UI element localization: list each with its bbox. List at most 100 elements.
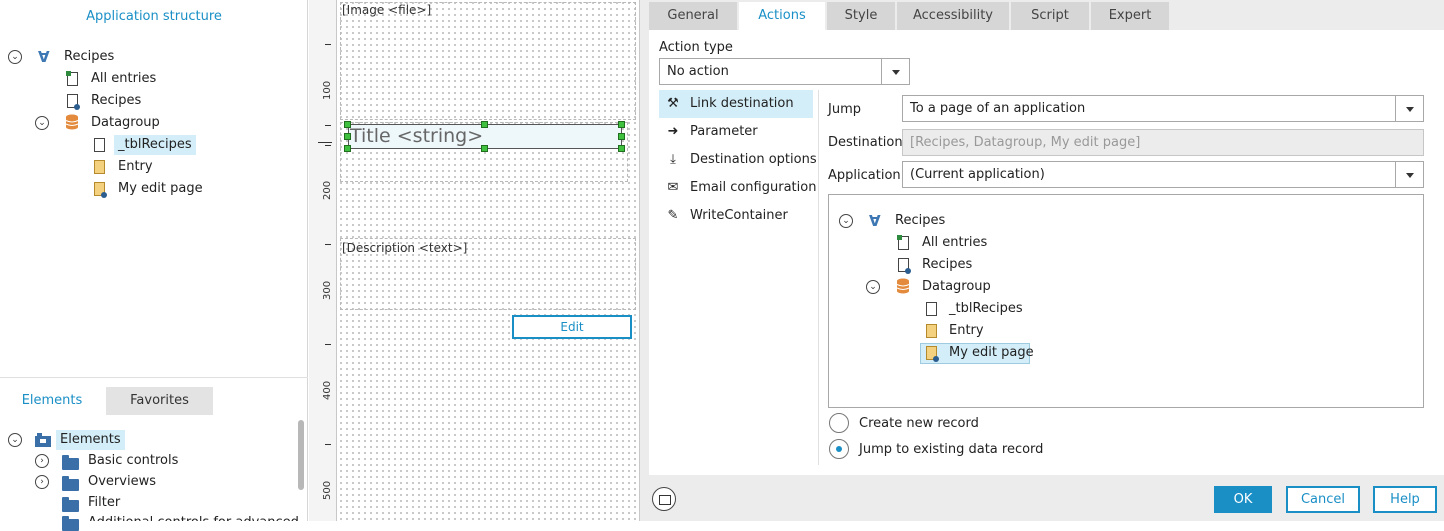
cancel-button[interactable]: Cancel bbox=[1286, 486, 1360, 513]
destination-value: [Recipes, Datagroup, My edit page] bbox=[910, 135, 1141, 150]
window-layout-icon[interactable] bbox=[652, 487, 676, 511]
jump-select[interactable]: To a page of an application bbox=[902, 95, 1424, 122]
action-type-value: No action bbox=[667, 64, 729, 79]
dest-tree-item-recipes-app[interactable]: Recipes bbox=[895, 211, 945, 231]
tree-item-recipes-page[interactable]: Recipes bbox=[91, 91, 141, 111]
ruler-label: 500 bbox=[322, 480, 333, 500]
menu-destination-options[interactable]: ⤓ Destination options bbox=[659, 146, 817, 174]
menu-link-destination[interactable]: ⚒ Link destination bbox=[659, 90, 813, 118]
radio-create-new-record[interactable] bbox=[829, 413, 849, 433]
ruler-tick bbox=[325, 44, 331, 45]
hammer-icon: ⚒ bbox=[667, 96, 679, 111]
vertical-ruler bbox=[309, 0, 337, 521]
tab-actions[interactable]: Actions bbox=[739, 2, 825, 30]
menu-label: WriteContainer bbox=[690, 208, 788, 223]
ok-button[interactable]: OK bbox=[1214, 486, 1272, 513]
resize-handle[interactable] bbox=[481, 145, 488, 152]
menu-label: Email configuration bbox=[690, 180, 817, 195]
resize-handle[interactable] bbox=[618, 121, 625, 128]
expand-chevron-icon[interactable]: › bbox=[35, 454, 49, 468]
page-overview-icon bbox=[66, 71, 78, 86]
entry-icon bbox=[926, 324, 937, 338]
tree-item-tblrecipes[interactable]: _tblRecipes bbox=[114, 135, 196, 155]
menu-label: Destination options bbox=[690, 152, 817, 167]
folder-icon bbox=[62, 476, 79, 491]
resize-handle[interactable] bbox=[618, 133, 625, 140]
tree-item-datagroup[interactable]: Datagroup bbox=[91, 113, 160, 133]
tab-script[interactable]: Script bbox=[1011, 2, 1089, 30]
collapse-chevron-icon[interactable]: ⌄ bbox=[839, 214, 853, 228]
collapse-chevron-icon[interactable]: ⌄ bbox=[866, 280, 880, 294]
page-view-icon bbox=[898, 258, 911, 274]
tree-item-elements[interactable]: Elements bbox=[56, 430, 125, 450]
tab-elements[interactable]: Elements bbox=[0, 387, 104, 415]
image-field-box[interactable] bbox=[340, 2, 636, 120]
folder-icon bbox=[62, 497, 79, 512]
edit-button[interactable]: Edit bbox=[512, 315, 632, 339]
application-value: (Current application) bbox=[910, 167, 1045, 182]
destination-label: Destination bbox=[828, 135, 903, 150]
menu-label: Link destination bbox=[690, 96, 794, 111]
chevron-down-icon[interactable] bbox=[1395, 96, 1423, 121]
folder-icon bbox=[62, 455, 79, 470]
datagroup-icon bbox=[65, 114, 79, 130]
ruler-tick bbox=[325, 344, 331, 345]
description-field-label: [Description <text>] bbox=[342, 241, 468, 255]
expand-chevron-icon[interactable]: › bbox=[35, 475, 49, 489]
elements-box-icon bbox=[35, 433, 51, 447]
collapse-chevron-icon[interactable]: ⌄ bbox=[8, 50, 22, 64]
radio-jump-existing[interactable] bbox=[829, 439, 849, 459]
radio-existing-label: Jump to existing data record bbox=[859, 442, 1044, 457]
dest-tree-item-tblrecipes[interactable]: _tblRecipes bbox=[949, 299, 1023, 319]
dest-tree-item-entry[interactable]: Entry bbox=[949, 321, 984, 341]
jump-label: Jump bbox=[828, 102, 861, 117]
edit-page-icon bbox=[94, 182, 107, 198]
action-type-select[interactable]: No action bbox=[659, 58, 910, 85]
help-button[interactable]: Help bbox=[1373, 486, 1437, 513]
menu-email-configuration[interactable]: ✉ Email configuration bbox=[659, 174, 817, 202]
pencil-icon: ✎ bbox=[667, 208, 679, 223]
menu-parameter[interactable]: ➜ Parameter bbox=[659, 118, 813, 146]
tab-general[interactable]: General bbox=[649, 2, 737, 30]
tab-accessibility[interactable]: Accessibility bbox=[897, 2, 1009, 30]
menu-writecontainer[interactable]: ✎ WriteContainer bbox=[659, 202, 813, 230]
chevron-down-icon[interactable] bbox=[1395, 162, 1423, 187]
tree-item-my-edit-page[interactable]: My edit page bbox=[118, 179, 203, 199]
app-icon: ∀ bbox=[869, 212, 881, 230]
tree-item-all-entries[interactable]: All entries bbox=[91, 69, 156, 89]
tab-expert[interactable]: Expert bbox=[1091, 2, 1169, 30]
tree-item-entry[interactable]: Entry bbox=[118, 157, 153, 177]
ruler-label: 100 bbox=[322, 80, 333, 100]
tree-item-recipes-app[interactable]: Recipes bbox=[64, 47, 114, 67]
arrow-right-icon: ➜ bbox=[667, 124, 679, 139]
resize-handle[interactable] bbox=[344, 121, 351, 128]
resize-handle[interactable] bbox=[344, 133, 351, 140]
action-type-label: Action type bbox=[659, 40, 733, 55]
jump-value: To a page of an application bbox=[910, 101, 1086, 116]
dest-tree-item-all-entries[interactable]: All entries bbox=[922, 233, 987, 253]
application-select[interactable]: (Current application) bbox=[902, 161, 1424, 188]
application-structure-title: Application structure bbox=[86, 9, 222, 24]
page-view-icon bbox=[67, 94, 80, 110]
menu-label: Parameter bbox=[690, 124, 758, 139]
tree-item-overviews[interactable]: Overviews bbox=[88, 472, 156, 492]
tree-item-basic-controls[interactable]: Basic controls bbox=[88, 451, 178, 471]
collapse-chevron-icon[interactable]: ⌄ bbox=[35, 116, 49, 130]
elements-scrollbar[interactable] bbox=[298, 420, 304, 490]
tree-item-additional-controls[interactable]: Additional controls for advanced bbox=[88, 513, 299, 521]
resize-handle[interactable] bbox=[481, 121, 488, 128]
dest-tree-item-recipes-page[interactable]: Recipes bbox=[922, 255, 972, 275]
dest-tree-item-my-edit-page[interactable]: My edit page bbox=[949, 343, 1034, 363]
tab-style[interactable]: Style bbox=[827, 2, 895, 30]
resize-handle[interactable] bbox=[344, 145, 351, 152]
tab-favorites[interactable]: Favorites bbox=[106, 387, 213, 415]
dest-tree-item-datagroup[interactable]: Datagroup bbox=[922, 277, 991, 297]
datagroup-icon bbox=[896, 278, 910, 294]
chevron-down-icon[interactable] bbox=[881, 59, 909, 84]
collapse-chevron-icon[interactable]: ⌄ bbox=[8, 433, 22, 447]
resize-handle[interactable] bbox=[618, 145, 625, 152]
tree-item-filter[interactable]: Filter bbox=[88, 493, 120, 513]
application-label: Application bbox=[828, 168, 901, 183]
ruler-label: 300 bbox=[322, 280, 333, 300]
radio-create-label: Create new record bbox=[859, 416, 979, 431]
